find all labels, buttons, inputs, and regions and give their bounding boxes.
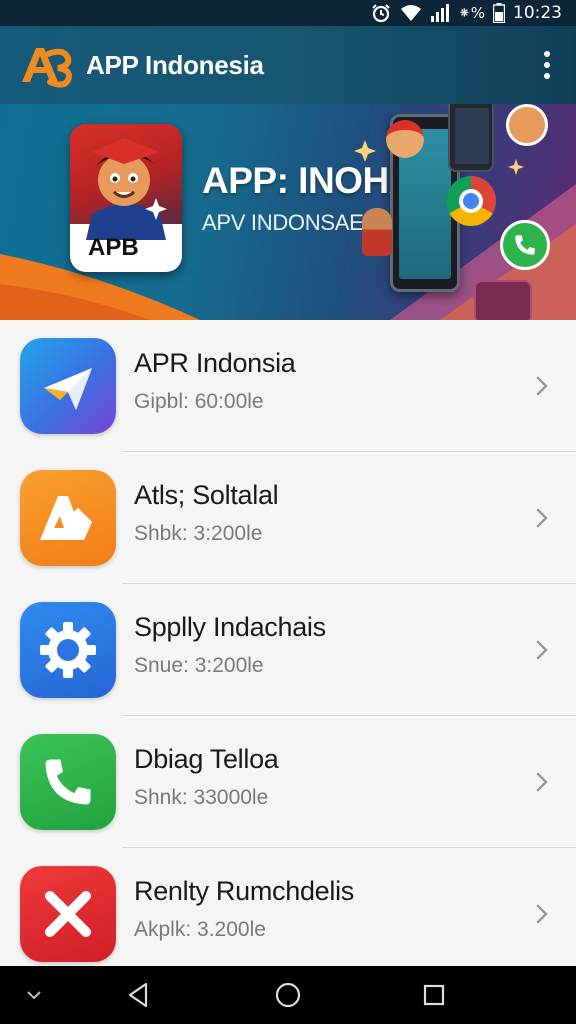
close-x-icon — [20, 866, 116, 962]
chevron-right-icon — [536, 904, 548, 924]
home-icon[interactable] — [268, 966, 308, 1024]
app-meta: Shbk: 3:200le — [134, 522, 263, 545]
phone-icon — [20, 734, 116, 830]
chart-card-icon — [474, 280, 532, 320]
mascot-sticker-icon — [386, 120, 424, 158]
chevron-right-icon — [536, 640, 548, 660]
signal-text: ⁕% — [458, 4, 485, 22]
app-list: APR Indonsia Gipbl: 60:00le Atls; Soltal… — [0, 320, 576, 966]
app-meta: Shnk: 33000le — [134, 786, 269, 809]
app-meta: Snue: 3:200le — [134, 654, 264, 677]
more-vert-icon[interactable] — [532, 45, 562, 85]
signal-icon — [430, 4, 450, 22]
status-bar: ⁕% 10:23 — [0, 0, 576, 26]
list-item[interactable]: Dbiag Telloa Shnk: 33000le — [0, 716, 576, 848]
app-meta: Akplk: 3.200le — [134, 918, 266, 941]
app-logo-icon — [18, 40, 74, 90]
banner-logo-label: APB — [88, 234, 139, 261]
recents-icon[interactable] — [414, 966, 454, 1024]
tablet-illustration — [448, 104, 494, 172]
chevron-right-icon — [536, 508, 548, 528]
app-name: Spplly Indachais — [134, 612, 326, 642]
send-arrow-icon — [20, 338, 116, 434]
app-meta: Gipbl: 60:00le — [134, 390, 264, 413]
list-item[interactable]: APR Indonsia Gipbl: 60:00le — [0, 320, 576, 452]
banner-subtitle: APV INDONSAE — [202, 210, 364, 235]
phone-call-icon — [500, 220, 550, 270]
chrome-icon — [446, 176, 496, 226]
banner-logo: APB — [70, 124, 182, 272]
list-item[interactable]: Atls; Soltalal Shbk: 3:200le — [0, 452, 576, 584]
app-name: Atls; Soltalal — [134, 480, 279, 510]
app-name: Renlty Rumchdelis — [134, 876, 354, 906]
kid-sticker-icon — [362, 208, 392, 256]
app-name: Dbiag Telloa — [134, 744, 279, 774]
status-time: 10:23 — [513, 3, 562, 23]
hero-banner[interactable]: APB APP: INOHAN APV INDONSAE — [0, 104, 576, 320]
chevron-down-icon[interactable] — [14, 966, 54, 1024]
list-item[interactable]: Renlty Rumchdelis Akplk: 3.200le — [0, 848, 576, 980]
lettermark-icon — [20, 470, 116, 566]
back-icon[interactable] — [118, 966, 158, 1024]
app-bar: APP Indonesia — [0, 26, 576, 104]
alarm-icon — [370, 3, 392, 23]
chevron-right-icon — [536, 772, 548, 792]
chevron-right-icon — [536, 376, 548, 396]
avatar-sticker-icon — [506, 104, 548, 146]
app-name: APR Indonsia — [134, 348, 296, 378]
system-nav-bar — [0, 966, 576, 1024]
gear-icon — [20, 602, 116, 698]
wifi-icon — [400, 4, 422, 22]
app-title: APP Indonesia — [86, 49, 264, 80]
list-item[interactable]: Spplly Indachais Snue: 3:200le — [0, 584, 576, 716]
battery-icon — [493, 3, 505, 23]
